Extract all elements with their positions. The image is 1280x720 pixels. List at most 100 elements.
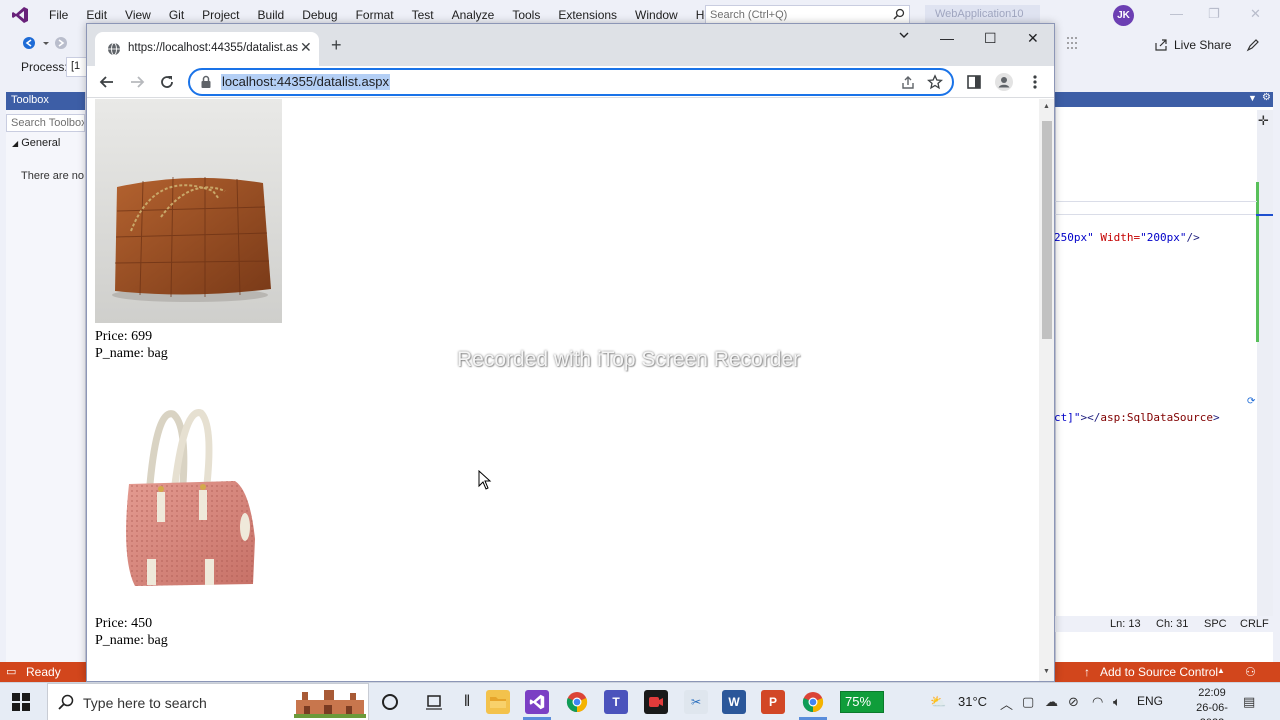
clock-time: 22:09 — [1198, 687, 1226, 699]
code-editor[interactable] — [1055, 92, 1273, 662]
search-icon — [58, 694, 74, 713]
snipping-tool-icon[interactable]: ✂ — [684, 690, 708, 714]
cortana-icon[interactable] — [378, 690, 402, 714]
vs-close-icon[interactable]: ✕ — [1250, 6, 1261, 22]
toolbox-group-general[interactable]: ◢ General — [6, 137, 85, 149]
vs-search-box[interactable]: Search (Ctrl+Q) — [705, 5, 910, 25]
dropdown-arrow-icon[interactable]: ▼ — [1248, 93, 1257, 103]
file-explorer-icon[interactable] — [486, 690, 510, 714]
add-to-source-control[interactable]: Add to Source Control — [1100, 665, 1218, 679]
output-icon[interactable]: ▭ — [6, 665, 16, 678]
search-icon — [893, 8, 905, 23]
product-name: P_name: bag — [95, 633, 168, 648]
visual-studio-icon[interactable] — [525, 690, 549, 714]
toolbar-overflow-icon[interactable] — [1066, 35, 1080, 53]
scroll-up-arrow-icon[interactable]: ▲ — [1043, 103, 1050, 110]
feedback-icon[interactable] — [1245, 37, 1261, 53]
code-line-datasource-close: ct]"></asp:SqlDataSource> — [1054, 411, 1220, 424]
live-share-icon — [1155, 39, 1167, 51]
live-share-button[interactable]: Live Share — [1154, 38, 1231, 52]
scroll-down-arrow-icon[interactable]: ▼ — [1043, 668, 1050, 675]
powerpoint-icon[interactable]: P — [761, 690, 785, 714]
current-line-highlight — [1055, 201, 1257, 215]
editor-header: ▼ ⚙ — [1055, 92, 1273, 107]
chrome-titlebar: https://localhost:44355/datalist.aspx ✕ … — [87, 24, 1054, 66]
browser-tab[interactable]: https://localhost:44355/datalist.aspx ✕ — [95, 32, 319, 66]
bookmark-star-icon[interactable] — [927, 74, 943, 93]
whitespace-mode[interactable]: SPC — [1204, 618, 1227, 630]
vs-restore-icon[interactable]: ❐ — [1208, 6, 1220, 22]
editor-status-bar: Ln: 13 Ch: 31 SPC CRLF — [1055, 616, 1273, 632]
side-panel-icon[interactable] — [964, 72, 984, 92]
clock-date: 26-06-2022 — [1196, 702, 1228, 720]
line-ending[interactable]: CRLF — [1240, 618, 1269, 630]
tab-close-icon[interactable]: ✕ — [300, 39, 312, 56]
close-window-icon[interactable]: ✕ — [1027, 30, 1039, 47]
product-image[interactable] — [95, 99, 282, 323]
line-number: Ln: 13 — [1110, 618, 1141, 630]
input-language[interactable]: ENG — [1137, 694, 1163, 708]
chrome-icon[interactable] — [565, 690, 589, 714]
teams-icon[interactable]: T — [604, 690, 628, 714]
product-image[interactable] — [95, 389, 282, 613]
url-text[interactable]: localhost:44355/datalist.aspx — [221, 74, 390, 90]
mouse-cursor-icon — [478, 470, 492, 490]
screen-recorder-icon[interactable] — [644, 690, 668, 714]
tab-title: https://localhost:44355/datalist.aspx — [128, 42, 298, 54]
battery-indicator[interactable]: 75% — [840, 691, 884, 713]
temperature[interactable]: 31°C — [958, 694, 987, 709]
scroll-position-marker — [1256, 214, 1273, 216]
chrome-active-icon[interactable] — [801, 690, 825, 714]
vs-solution-name: WebApplication10 — [925, 5, 1040, 25]
vs-minimize-icon[interactable]: — — [1170, 6, 1183, 21]
visual-studio-logo-icon[interactable] — [0, 0, 40, 30]
volume-icon[interactable]: 🔈︎ — [1113, 694, 1121, 710]
meet-now-icon[interactable]: ▢ — [1022, 694, 1034, 710]
recorder-watermark: Recorded with iTop Screen Recorder — [457, 348, 801, 371]
split-editor-icon[interactable]: ✛ — [1258, 113, 1269, 129]
windows-start-icon[interactable] — [12, 693, 30, 714]
widget-divider-icon: ‖ — [463, 693, 471, 710]
scrollbar-thumb[interactable] — [1042, 121, 1052, 339]
lock-icon[interactable] — [200, 75, 212, 92]
arrow-up-icon: ↑ — [1084, 665, 1090, 679]
toolbox-empty-message: There are no — [21, 170, 84, 182]
profile-avatar-icon[interactable] — [994, 72, 1014, 92]
navigate-back-forward-icon[interactable] — [22, 36, 82, 50]
editor-scrollbar[interactable] — [1257, 110, 1273, 618]
account-avatar[interactable]: JK — [1113, 5, 1134, 26]
wifi-icon[interactable]: ◠ — [1092, 694, 1103, 710]
process-dropdown[interactable]: [1 — [66, 57, 88, 77]
page-scrollbar[interactable]: ▲ ▼ — [1039, 99, 1054, 681]
code-hint-icon[interactable]: ⟳ — [1247, 396, 1255, 407]
share-icon[interactable] — [900, 75, 916, 94]
settings-gear-icon[interactable]: ⚙ — [1262, 92, 1271, 103]
network-disabled-icon[interactable]: ⊘ — [1068, 694, 1079, 710]
globe-icon — [107, 42, 121, 59]
onedrive-icon[interactable]: ☁ — [1045, 694, 1058, 710]
weather-icon[interactable]: ⛅ — [930, 694, 946, 710]
clock[interactable]: 22:09 26-06-2022 — [1187, 686, 1237, 720]
search-highlight-image-icon[interactable] — [294, 688, 366, 720]
toolbox-search-input[interactable]: Search Toolbox — [6, 114, 85, 132]
minimize-icon[interactable]: — — [940, 30, 954, 46]
tab-search-icon[interactable] — [898, 28, 910, 44]
chrome-menu-icon[interactable] — [1025, 72, 1045, 92]
new-tab-icon[interactable]: + — [331, 36, 342, 54]
task-view-icon[interactable] — [422, 690, 446, 714]
product-price: Price: 699 — [95, 329, 153, 344]
show-hidden-icons-icon[interactable]: ︿ — [1000, 694, 1013, 713]
forward-arrow-icon[interactable] — [127, 72, 147, 92]
notification-center-icon[interactable]: ▤ — [1243, 694, 1255, 710]
product-item: Price: 450 P_name: bag — [95, 389, 282, 649]
address-bar[interactable]: localhost:44355/datalist.aspx — [188, 68, 954, 96]
back-arrow-icon[interactable] — [97, 72, 117, 92]
taskbar-search-box[interactable]: Type here to search — [47, 683, 369, 720]
reload-icon[interactable] — [157, 72, 177, 92]
notifications-icon[interactable]: ⚇ — [1245, 665, 1256, 679]
maximize-icon[interactable]: ☐ — [984, 30, 997, 47]
collapse-triangle-icon: ◢ — [12, 139, 19, 148]
column-number: Ch: 31 — [1156, 618, 1189, 630]
word-icon[interactable]: W — [722, 690, 746, 714]
menu-file[interactable]: File — [40, 0, 77, 30]
